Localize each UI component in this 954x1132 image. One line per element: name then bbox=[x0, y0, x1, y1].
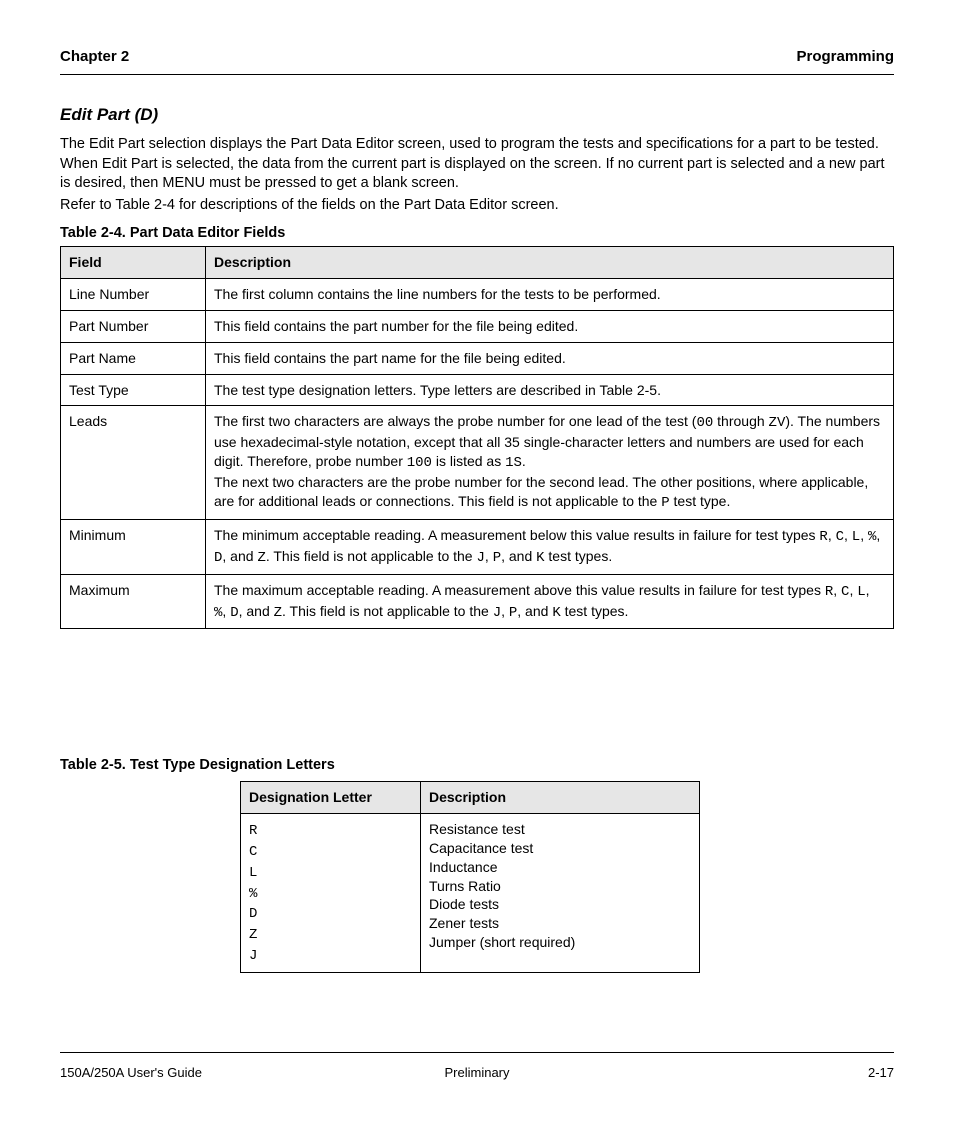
field-cell: Part Number bbox=[61, 310, 206, 342]
table-row: Part NameThis field contains the part na… bbox=[61, 342, 894, 374]
header-chapter: Chapter 2 bbox=[60, 48, 129, 65]
table-header-row: Designation Letter Description bbox=[241, 782, 700, 814]
footer-page-number: 2-17 bbox=[868, 1065, 894, 1080]
col-header-designation: Designation Letter bbox=[241, 782, 421, 814]
table-row: LeadsThe first two characters are always… bbox=[61, 406, 894, 519]
description-cell: This field contains the part name for th… bbox=[206, 342, 894, 374]
intro-paragraph-2: Refer to Table 2-4 for descriptions of t… bbox=[60, 196, 894, 216]
designation-descriptions-cell: Resistance testCapacitance testInductanc… bbox=[421, 813, 700, 972]
table-row: MaximumThe maximum acceptable reading. A… bbox=[61, 574, 894, 629]
header-rule bbox=[60, 74, 894, 75]
description-cell: This field contains the part number for … bbox=[206, 310, 894, 342]
description-cell: The test type designation letters. Type … bbox=[206, 374, 894, 406]
field-cell: Part Name bbox=[61, 342, 206, 374]
section-title: Edit Part (D) bbox=[60, 105, 158, 125]
table-row: Test TypeThe test type designation lette… bbox=[61, 374, 894, 406]
col-header-description: Description bbox=[421, 782, 700, 814]
col-header-field: Field bbox=[61, 247, 206, 279]
field-cell: Leads bbox=[61, 406, 206, 519]
field-cell: Test Type bbox=[61, 374, 206, 406]
table-row: MinimumThe minimum acceptable reading. A… bbox=[61, 519, 894, 574]
table-2-caption: Table 2-5. Test Type Designation Letters bbox=[60, 757, 335, 773]
description-cell: The first two characters are always the … bbox=[206, 406, 894, 519]
field-cell: Minimum bbox=[61, 519, 206, 574]
part-data-editor-fields-table: Field Description Line NumberThe first c… bbox=[60, 246, 894, 629]
table-header-row: Field Description bbox=[61, 247, 894, 279]
designation-letters-cell: RCL%DZJ bbox=[241, 813, 421, 972]
description-cell: The minimum acceptable reading. A measur… bbox=[206, 519, 894, 574]
table-row: RCL%DZJ Resistance testCapacitance testI… bbox=[241, 813, 700, 972]
table-row: Line NumberThe first column contains the… bbox=[61, 278, 894, 310]
table-1-caption: Table 2-4. Part Data Editor Fields bbox=[60, 225, 285, 241]
field-cell: Maximum bbox=[61, 574, 206, 629]
field-cell: Line Number bbox=[61, 278, 206, 310]
footer-status: Preliminary bbox=[0, 1065, 954, 1080]
description-cell: The first column contains the line numbe… bbox=[206, 278, 894, 310]
footer-rule bbox=[60, 1052, 894, 1053]
description-cell: The maximum acceptable reading. A measur… bbox=[206, 574, 894, 629]
table-row: Part NumberThis field contains the part … bbox=[61, 310, 894, 342]
intro-paragraph-1: The Edit Part selection displays the Par… bbox=[60, 135, 894, 194]
col-header-description: Description bbox=[206, 247, 894, 279]
test-type-letters-table: Designation Letter Description RCL%DZJ R… bbox=[240, 781, 700, 973]
header-section: Programming bbox=[796, 48, 894, 65]
